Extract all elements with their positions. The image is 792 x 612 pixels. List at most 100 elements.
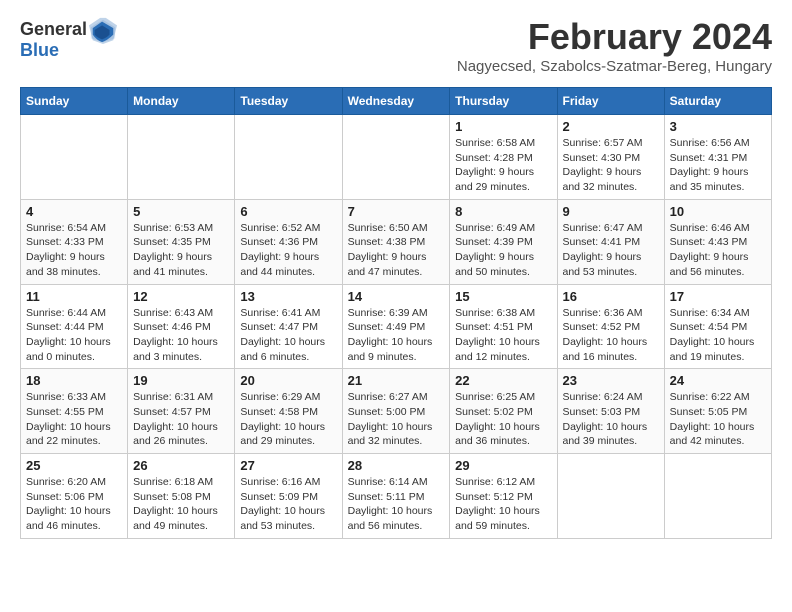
day-info: Sunrise: 6:12 AMSunset: 5:12 PMDaylight:… <box>455 475 551 534</box>
day-info: Sunrise: 6:33 AMSunset: 4:55 PMDaylight:… <box>26 390 122 449</box>
logo: General Blue <box>20 16 117 61</box>
day-number: 4 <box>26 204 122 219</box>
day-number: 11 <box>26 289 122 304</box>
calendar-day-cell: 29 Sunrise: 6:12 AMSunset: 5:12 PMDayligh… <box>450 454 557 539</box>
calendar-day-cell: 20Sunrise: 6:29 AMSunset: 4:58 PMDayligh… <box>235 369 342 454</box>
day-info: Sunrise: 6:25 AMSunset: 5:02 PMDaylight:… <box>455 390 551 449</box>
calendar-day-cell: 7 Sunrise: 6:50 AMSunset: 4:38 PMDaylight… <box>342 199 450 284</box>
calendar-day-cell: 28 Sunrise: 6:14 AMSunset: 5:11 PMDayligh… <box>342 454 450 539</box>
calendar-day-cell: 4 Sunrise: 6:54 AMSunset: 4:33 PMDaylight… <box>21 199 128 284</box>
weekday-header-cell: Tuesday <box>235 88 342 115</box>
day-info: Sunrise: 6:53 AMSunset: 4:35 PMDaylight:… <box>133 221 229 280</box>
calendar-body: 1 Sunrise: 6:58 AMSunset: 4:28 PMDaylight… <box>21 115 772 539</box>
day-number: 7 <box>348 204 445 219</box>
day-number: 27 <box>240 458 336 473</box>
day-info: Sunrise: 6:57 AMSunset: 4:30 PMDaylight:… <box>563 136 659 195</box>
location-title: Nagyecsed, Szabolcs-Szatmar-Bereg, Hunga… <box>457 58 772 75</box>
day-info: Sunrise: 6:49 AMSunset: 4:39 PMDaylight:… <box>455 221 551 280</box>
logo-icon <box>89 16 117 44</box>
day-info: Sunrise: 6:27 AMSunset: 5:00 PMDaylight:… <box>348 390 445 449</box>
calendar-day-cell: 27 Sunrise: 6:16 AMSunset: 5:09 PMDayligh… <box>235 454 342 539</box>
day-info: Sunrise: 6:56 AMSunset: 4:31 PMDaylight:… <box>670 136 766 195</box>
day-number: 13 <box>240 289 336 304</box>
day-info: Sunrise: 6:31 AMSunset: 4:57 PMDaylight:… <box>133 390 229 449</box>
day-info: Sunrise: 6:54 AMSunset: 4:33 PMDaylight:… <box>26 221 122 280</box>
weekday-header-cell: Monday <box>128 88 235 115</box>
calendar-day-cell: 22 Sunrise: 6:25 AMSunset: 5:02 PMDayligh… <box>450 369 557 454</box>
day-info: Sunrise: 6:44 AMSunset: 4:44 PMDaylight:… <box>26 306 122 365</box>
day-info: Sunrise: 6:41 AMSunset: 4:47 PMDaylight:… <box>240 306 336 365</box>
title-block: February 2024 Nagyecsed, Szabolcs-Szatma… <box>457 16 772 83</box>
calendar-day-cell: 19 Sunrise: 6:31 AMSunset: 4:57 PMDayligh… <box>128 369 235 454</box>
day-info: Sunrise: 6:52 AMSunset: 4:36 PMDaylight:… <box>240 221 336 280</box>
day-info: Sunrise: 6:36 AMSunset: 4:52 PMDaylight:… <box>563 306 659 365</box>
day-info: Sunrise: 6:39 AMSunset: 4:49 PMDaylight:… <box>348 306 445 365</box>
weekday-header-cell: Friday <box>557 88 664 115</box>
calendar-week-row: 4 Sunrise: 6:54 AMSunset: 4:33 PMDaylight… <box>21 199 772 284</box>
day-number: 14 <box>348 289 445 304</box>
calendar-day-cell: 21 Sunrise: 6:27 AMSunset: 5:00 PMDayligh… <box>342 369 450 454</box>
weekday-header-cell: Wednesday <box>342 88 450 115</box>
day-number: 21 <box>348 373 445 388</box>
calendar-day-cell: 23 Sunrise: 6:24 AMSunset: 5:03 PMDayligh… <box>557 369 664 454</box>
day-number: 22 <box>455 373 551 388</box>
month-title: February 2024 <box>457 16 772 58</box>
day-number: 10 <box>670 204 766 219</box>
weekday-header-cell: Saturday <box>664 88 771 115</box>
day-info: Sunrise: 6:16 AMSunset: 5:09 PMDaylight:… <box>240 475 336 534</box>
weekday-header-cell: Thursday <box>450 88 557 115</box>
calendar-day-cell: 26Sunrise: 6:18 AMSunset: 5:08 PMDayligh… <box>128 454 235 539</box>
day-info: Sunrise: 6:58 AMSunset: 4:28 PMDaylight:… <box>455 136 551 195</box>
calendar-day-cell: 3 Sunrise: 6:56 AMSunset: 4:31 PMDaylight… <box>664 115 771 200</box>
day-number: 19 <box>133 373 229 388</box>
calendar-day-cell: 1 Sunrise: 6:58 AMSunset: 4:28 PMDaylight… <box>450 115 557 200</box>
day-info: Sunrise: 6:18 AMSunset: 5:08 PMDaylight:… <box>133 475 229 534</box>
day-number: 25 <box>26 458 122 473</box>
day-info: Sunrise: 6:24 AMSunset: 5:03 PMDaylight:… <box>563 390 659 449</box>
day-info: Sunrise: 6:47 AMSunset: 4:41 PMDaylight:… <box>563 221 659 280</box>
calendar-day-cell: 14 Sunrise: 6:39 AMSunset: 4:49 PMDayligh… <box>342 284 450 369</box>
day-info: Sunrise: 6:43 AMSunset: 4:46 PMDaylight:… <box>133 306 229 365</box>
day-info: Sunrise: 6:50 AMSunset: 4:38 PMDaylight:… <box>348 221 445 280</box>
calendar-day-cell: 15 Sunrise: 6:38 AMSunset: 4:51 PMDayligh… <box>450 284 557 369</box>
day-info: Sunrise: 6:46 AMSunset: 4:43 PMDaylight:… <box>670 221 766 280</box>
day-number: 29 <box>455 458 551 473</box>
calendar-day-cell: 10 Sunrise: 6:46 AMSunset: 4:43 PMDayligh… <box>664 199 771 284</box>
calendar-day-cell: 6 Sunrise: 6:52 AMSunset: 4:36 PMDaylight… <box>235 199 342 284</box>
calendar-day-cell <box>557 454 664 539</box>
calendar-day-cell: 8 Sunrise: 6:49 AMSunset: 4:39 PMDaylight… <box>450 199 557 284</box>
calendar-day-cell: 2 Sunrise: 6:57 AMSunset: 4:30 PMDaylight… <box>557 115 664 200</box>
day-info: Sunrise: 6:29 AMSunset: 4:58 PMDaylight:… <box>240 390 336 449</box>
day-info: Sunrise: 6:34 AMSunset: 4:54 PMDaylight:… <box>670 306 766 365</box>
logo-text-general: General <box>20 20 87 40</box>
day-info: Sunrise: 6:38 AMSunset: 4:51 PMDaylight:… <box>455 306 551 365</box>
day-number: 28 <box>348 458 445 473</box>
calendar-day-cell: 17 Sunrise: 6:34 AMSunset: 4:54 PMDayligh… <box>664 284 771 369</box>
calendar-week-row: 25 Sunrise: 6:20 AMSunset: 5:06 PMDayligh… <box>21 454 772 539</box>
calendar-day-cell: 12Sunrise: 6:43 AMSunset: 4:46 PMDayligh… <box>128 284 235 369</box>
day-info: Sunrise: 6:14 AMSunset: 5:11 PMDaylight:… <box>348 475 445 534</box>
day-info: Sunrise: 6:20 AMSunset: 5:06 PMDaylight:… <box>26 475 122 534</box>
calendar-week-row: 11 Sunrise: 6:44 AMSunset: 4:44 PMDayligh… <box>21 284 772 369</box>
day-number: 18 <box>26 373 122 388</box>
calendar-day-cell: 11 Sunrise: 6:44 AMSunset: 4:44 PMDayligh… <box>21 284 128 369</box>
calendar-day-cell <box>664 454 771 539</box>
calendar-day-cell: 24Sunrise: 6:22 AMSunset: 5:05 PMDayligh… <box>664 369 771 454</box>
calendar-day-cell: 18 Sunrise: 6:33 AMSunset: 4:55 PMDayligh… <box>21 369 128 454</box>
day-info: Sunrise: 6:22 AMSunset: 5:05 PMDaylight:… <box>670 390 766 449</box>
calendar-week-row: 18 Sunrise: 6:33 AMSunset: 4:55 PMDayligh… <box>21 369 772 454</box>
day-number: 6 <box>240 204 336 219</box>
day-number: 2 <box>563 119 659 134</box>
calendar-table: SundayMondayTuesdayWednesdayThursdayFrid… <box>20 87 772 539</box>
day-number: 23 <box>563 373 659 388</box>
day-number: 5 <box>133 204 229 219</box>
day-number: 8 <box>455 204 551 219</box>
day-number: 17 <box>670 289 766 304</box>
day-number: 1 <box>455 119 551 134</box>
day-number: 9 <box>563 204 659 219</box>
day-number: 3 <box>670 119 766 134</box>
day-number: 16 <box>563 289 659 304</box>
calendar-day-cell <box>128 115 235 200</box>
day-number: 15 <box>455 289 551 304</box>
calendar-day-cell: 16 Sunrise: 6:36 AMSunset: 4:52 PMDayligh… <box>557 284 664 369</box>
